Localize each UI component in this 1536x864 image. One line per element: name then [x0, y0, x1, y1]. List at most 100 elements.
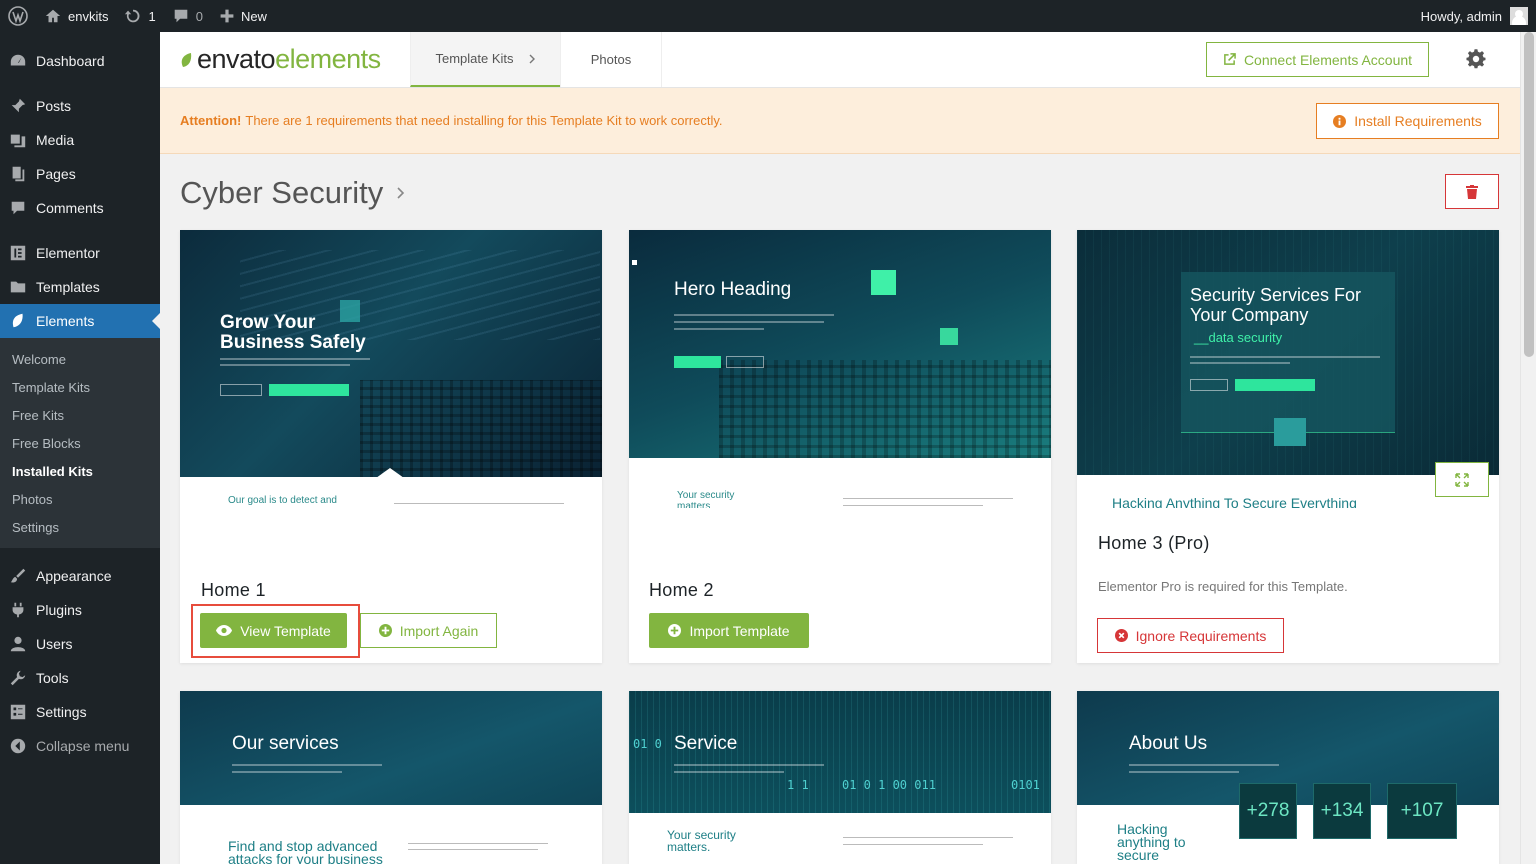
submenu-template-kits[interactable]: Template Kits	[0, 373, 160, 401]
submenu-welcome[interactable]: Welcome	[0, 345, 160, 373]
button-label: Import Again	[399, 622, 479, 639]
thumb-heading-1: Service	[674, 733, 738, 754]
menu-label: Tools	[36, 670, 69, 686]
updates-count: 1	[148, 8, 156, 24]
collapse-menu-button[interactable]: Collapse menu	[0, 729, 160, 763]
thumb-heading-1: About Us	[1129, 733, 1208, 754]
menu-dashboard[interactable]: Dashboard	[0, 44, 160, 78]
chevron-right-icon	[529, 54, 535, 63]
attention-message: There are 1 requirements that need insta…	[245, 113, 723, 128]
expand-icon	[1455, 472, 1469, 487]
external-link-icon	[1224, 53, 1236, 65]
logo-part-1: envato	[197, 44, 276, 74]
media-icon	[10, 134, 26, 148]
menu-users[interactable]: Users	[0, 627, 160, 661]
chevron-right-icon	[397, 187, 405, 199]
template-thumbnail[interactable]: 01 0 1 1 01 0 1 00 011 0101 Service Your…	[629, 691, 1051, 864]
template-thumbnail[interactable]: Our services Find and stop advanced atta…	[180, 691, 602, 864]
site-name: envkits	[68, 8, 109, 24]
menu-media[interactable]: Media	[0, 123, 160, 157]
dashboard-icon	[10, 54, 26, 66]
menu-label: Pages	[36, 166, 76, 182]
thumb-heading-2: Business Safely	[220, 332, 366, 353]
updates-link[interactable]: 1	[116, 0, 163, 32]
tab-template-kits[interactable]: Template Kits	[410, 32, 560, 87]
comments-link[interactable]: 0	[164, 0, 211, 32]
folder-icon	[10, 281, 26, 293]
submenu-free-blocks[interactable]: Free Blocks	[0, 429, 160, 457]
tab-photos[interactable]: Photos	[560, 32, 662, 87]
wordpress-icon	[8, 6, 28, 26]
binary-text-2: 1 1	[787, 778, 809, 792]
import-again-button[interactable]: Import Again	[360, 613, 497, 648]
binary-text-1: 01 0	[633, 737, 662, 751]
leaf-icon	[12, 313, 23, 328]
connect-label: Connect Elements Account	[1243, 51, 1413, 68]
menu-label: Templates	[36, 279, 100, 295]
admin-sidebar: Dashboard Posts Media Pages Comments Ele…	[0, 32, 160, 864]
thumb-heading-1: Security Services For	[1190, 285, 1362, 305]
menu-label: Users	[36, 636, 73, 652]
menu-tools[interactable]: Tools	[0, 661, 160, 695]
menu-elementor[interactable]: Elementor	[0, 236, 160, 270]
menu-appearance[interactable]: Appearance	[0, 559, 160, 593]
submenu-photos[interactable]: Photos	[0, 485, 160, 513]
info-icon	[1333, 114, 1347, 128]
menu-label: Appearance	[36, 568, 112, 584]
template-thumbnail[interactable]: Hero Heading Your security matters	[629, 230, 1051, 508]
template-name: Home 3 (Pro)	[1098, 533, 1210, 553]
users-icon	[10, 636, 26, 652]
plus-circle-icon	[668, 624, 682, 637]
collapse-icon	[10, 738, 26, 754]
wordpress-logo-button[interactable]	[0, 0, 36, 32]
menu-posts[interactable]: Posts	[0, 89, 160, 123]
comments-icon	[11, 201, 25, 215]
template-card-home-2: Hero Heading Your security matters Home …	[629, 230, 1051, 663]
thumb-subheading: Our goal is to detect and	[228, 495, 337, 506]
thumb-heading-1: Grow Your	[220, 312, 316, 333]
ignore-requirements-button[interactable]: Ignore Requirements	[1097, 618, 1284, 653]
menu-label: Plugins	[36, 602, 82, 618]
template-card-home-1: Grow Your Business Safely Our goal is to…	[180, 230, 602, 663]
settings-gear-button[interactable]	[1466, 49, 1486, 74]
gear-icon	[1466, 49, 1486, 69]
delete-kit-button[interactable]	[1445, 174, 1499, 209]
menu-settings[interactable]: Settings	[0, 695, 160, 729]
preview-expand-button[interactable]	[1435, 462, 1489, 497]
thumb-subheading: Hacking Anything To Secure Everything	[1112, 495, 1357, 508]
thumb-subheading-3: secure	[1117, 847, 1160, 863]
comments-count: 0	[195, 8, 203, 24]
submenu-installed-kits[interactable]: Installed Kits	[0, 457, 160, 485]
site-name-link[interactable]: envkits	[36, 0, 116, 32]
submenu-free-kits[interactable]: Free Kits	[0, 401, 160, 429]
page-scrollbar[interactable]	[1520, 32, 1536, 864]
template-card-home-3-pro: Security Services For Your Company __dat…	[1077, 230, 1499, 663]
thumb-subheading-1: Your security	[677, 490, 735, 501]
template-thumbnail[interactable]: Grow Your Business Safely Our goal is to…	[180, 230, 602, 508]
menu-pages[interactable]: Pages	[0, 157, 160, 191]
button-label: Import Template	[689, 622, 790, 639]
template-thumbnail[interactable]: About Us Hacking anything to secure +278…	[1077, 691, 1499, 864]
envato-elements-logo[interactable]: envato elements	[160, 32, 410, 87]
new-content-link[interactable]: New	[211, 0, 275, 32]
stat-box: +278	[1239, 783, 1297, 839]
template-thumbnail[interactable]: Security Services For Your Company __dat…	[1077, 230, 1499, 508]
import-template-button[interactable]: Import Template	[649, 613, 809, 648]
stat-box: +134	[1313, 783, 1371, 839]
menu-label: Dashboard	[36, 53, 105, 69]
template-card-service: 01 0 1 1 01 0 1 00 011 0101 Service Your…	[629, 691, 1051, 864]
submenu-settings[interactable]: Settings	[0, 513, 160, 541]
menu-elements[interactable]: Elements	[0, 304, 160, 338]
scrollbar-thumb[interactable]	[1524, 32, 1534, 357]
tab-label: Template Kits	[435, 51, 514, 66]
install-requirements-button[interactable]: Install Requirements	[1316, 103, 1499, 139]
connect-elements-account-button[interactable]: Connect Elements Account	[1206, 42, 1429, 77]
binary-text-3: 01 0 1 00 011	[842, 778, 936, 792]
thumb-tag: __data security	[1194, 330, 1283, 345]
comment-icon	[174, 9, 188, 23]
menu-plugins[interactable]: Plugins	[0, 593, 160, 627]
template-name: Home 1	[201, 580, 266, 600]
menu-templates[interactable]: Templates	[0, 270, 160, 304]
my-account-link[interactable]: Howdy, admin	[1413, 0, 1536, 32]
menu-comments[interactable]: Comments	[0, 191, 160, 225]
